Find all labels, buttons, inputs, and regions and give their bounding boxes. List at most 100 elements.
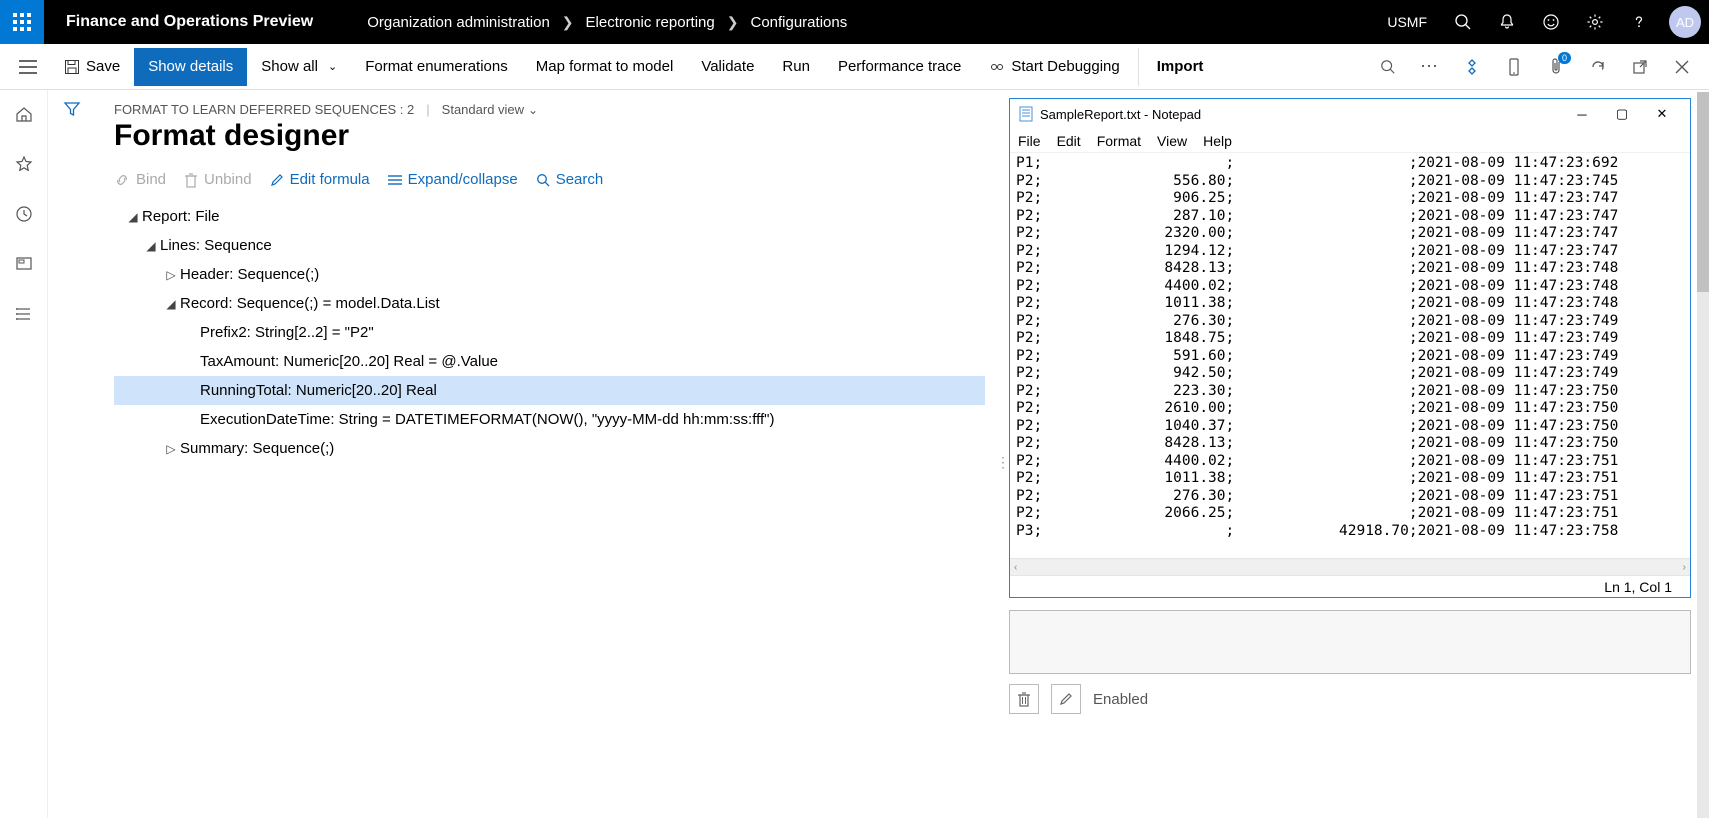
validate-button[interactable]: Validate — [687, 48, 768, 86]
menu-file[interactable]: File — [1018, 133, 1041, 149]
format-enumerations-button[interactable]: Format enumerations — [351, 48, 522, 86]
avatar[interactable]: AD — [1669, 6, 1701, 38]
notepad-content[interactable]: P1; ; ;2021-08-09 11:47:23:692 P2; 556.8… — [1010, 153, 1690, 558]
right-pane: SampleReport.txt - Notepad ─ ▢ ✕ File Ed… — [1009, 90, 1709, 818]
expand-toggle-icon[interactable]: ◢ — [162, 297, 180, 311]
expand-toggle-icon[interactable]: ◢ — [124, 210, 142, 224]
gear-icon[interactable] — [1573, 0, 1617, 44]
show-all-label: Show all — [261, 58, 318, 75]
left-pane: FORMAT TO LEARN DEFERRED SEQUENCES : 2 |… — [96, 90, 1009, 818]
bind-button[interactable]: Bind — [114, 171, 166, 188]
close-icon[interactable]: ✕ — [1642, 106, 1682, 122]
chevron-right-icon: ❯ — [562, 14, 574, 31]
tree-node-prefix[interactable]: Prefix2: String[2..2] = "P2" — [114, 318, 985, 347]
top-right-controls: USMF AD — [1373, 0, 1709, 44]
refresh-icon[interactable] — [1581, 50, 1615, 84]
body: FORMAT TO LEARN DEFERRED SEQUENCES : 2 |… — [0, 90, 1709, 818]
expand-toggle-icon[interactable]: ▷ — [162, 442, 180, 456]
enabled-label: Enabled — [1093, 691, 1148, 708]
map-format-button[interactable]: Map format to model — [522, 48, 688, 86]
chevron-right-icon: ❯ — [727, 14, 739, 31]
smiley-icon[interactable] — [1529, 0, 1573, 44]
tree-node-summary[interactable]: ▷Summary: Sequence(;) — [114, 434, 985, 463]
save-label: Save — [86, 58, 120, 75]
below-notepad: Enabled — [1009, 610, 1691, 714]
edit-icon[interactable] — [1051, 684, 1081, 714]
command-bar-right: ⋯ 0 — [1371, 50, 1709, 84]
breadcrumb-er[interactable]: Electronic reporting — [586, 14, 715, 31]
view-selector[interactable]: Standard view ⌄ — [442, 102, 538, 117]
menu-view[interactable]: View — [1157, 133, 1187, 149]
menu-help[interactable]: Help — [1203, 133, 1232, 149]
import-button[interactable]: Import — [1138, 48, 1218, 86]
minimize-icon[interactable]: ─ — [1562, 107, 1602, 122]
main: FORMAT TO LEARN DEFERRED SEQUENCES : 2 |… — [96, 90, 1709, 818]
tree-node-lines[interactable]: ◢Lines: Sequence — [114, 231, 985, 260]
rail-workspace-icon[interactable] — [8, 248, 40, 280]
status-position: Ln 1, Col 1 — [1604, 579, 1672, 595]
splitter-handle-icon[interactable]: ⋮ — [997, 450, 1009, 474]
search-icon[interactable] — [1441, 0, 1485, 44]
rail-star-icon[interactable] — [8, 148, 40, 180]
tree-node-report[interactable]: ◢Report: File — [114, 202, 985, 231]
formula-textarea[interactable] — [1009, 610, 1691, 674]
menu-format[interactable]: Format — [1097, 133, 1141, 149]
help-icon[interactable] — [1617, 0, 1661, 44]
more-icon[interactable]: ⋯ — [1413, 50, 1447, 84]
left-rail — [0, 90, 48, 818]
rail-clock-icon[interactable] — [8, 198, 40, 230]
notepad-titlebar[interactable]: SampleReport.txt - Notepad ─ ▢ ✕ — [1010, 99, 1690, 129]
tree-toolbar: Bind Unbind Edit formula Expand/collapse… — [114, 171, 985, 188]
page-title: Format designer — [114, 119, 985, 153]
chevron-down-icon: ⌄ — [528, 103, 538, 117]
popout-icon[interactable] — [1623, 50, 1657, 84]
attach-icon[interactable]: 0 — [1539, 50, 1573, 84]
close-icon[interactable] — [1665, 50, 1699, 84]
search-tool-icon[interactable] — [1371, 50, 1405, 84]
command-bar: Save Show details Show all⌄ Format enume… — [0, 44, 1709, 90]
notepad-window: SampleReport.txt - Notepad ─ ▢ ✕ File Ed… — [1009, 98, 1691, 598]
expand-collapse-button[interactable]: Expand/collapse — [388, 171, 518, 188]
delete-icon[interactable] — [1009, 684, 1039, 714]
format-tree: ◢Report: File ◢Lines: Sequence ▷Header: … — [114, 202, 985, 463]
app-title: Finance and Operations Preview — [44, 13, 335, 31]
tree-node-record[interactable]: ◢Record: Sequence(;) = model.Data.List — [114, 289, 985, 318]
page-header-row: FORMAT TO LEARN DEFERRED SEQUENCES : 2 |… — [114, 102, 985, 117]
phone-icon[interactable] — [1497, 50, 1531, 84]
rail-home-icon[interactable] — [8, 98, 40, 130]
start-debugging-button[interactable]: Start Debugging — [975, 48, 1133, 86]
tree-node-runningtotal[interactable]: RunningTotal: Numeric[20..20] Real — [114, 376, 985, 405]
notepad-title: SampleReport.txt - Notepad — [1040, 107, 1562, 122]
filter-icon[interactable] — [63, 100, 81, 818]
maximize-icon[interactable]: ▢ — [1602, 106, 1642, 122]
performance-trace-button[interactable]: Performance trace — [824, 48, 975, 86]
diamond-icon[interactable] — [1455, 50, 1489, 84]
breadcrumb: Organization administration ❯ Electronic… — [367, 14, 847, 31]
horizontal-scrollbar[interactable]: ‹› — [1010, 558, 1690, 575]
company-label[interactable]: USMF — [1373, 14, 1441, 30]
save-button[interactable]: Save — [50, 48, 134, 86]
tree-node-execdatetime[interactable]: ExecutionDateTime: String = DATETIMEFORM… — [114, 405, 985, 434]
tree-node-taxamount[interactable]: TaxAmount: Numeric[20..20] Real = @.Valu… — [114, 347, 985, 376]
show-all-button[interactable]: Show all⌄ — [247, 48, 351, 86]
hamburger-icon[interactable] — [6, 60, 50, 74]
show-details-label: Show details — [148, 58, 233, 75]
show-details-button[interactable]: Show details — [134, 48, 247, 86]
attach-badge: 0 — [1558, 52, 1571, 64]
app-launcher-icon[interactable] — [0, 0, 44, 44]
unbind-button[interactable]: Unbind — [184, 171, 252, 188]
menu-edit[interactable]: Edit — [1057, 133, 1081, 149]
edit-formula-button[interactable]: Edit formula — [270, 171, 370, 188]
breadcrumb-config[interactable]: Configurations — [750, 14, 847, 31]
run-button[interactable]: Run — [768, 48, 824, 86]
bell-icon[interactable] — [1485, 0, 1529, 44]
enabled-row: Enabled — [1009, 684, 1691, 714]
tree-search-button[interactable]: Search — [536, 171, 604, 188]
tree-node-header[interactable]: ▷Header: Sequence(;) — [114, 260, 985, 289]
rail-modules-icon[interactable] — [8, 298, 40, 330]
breadcrumb-org-admin[interactable]: Organization administration — [367, 14, 550, 31]
expand-toggle-icon[interactable]: ◢ — [142, 239, 160, 253]
vertical-scrollbar-thumb[interactable] — [1697, 92, 1709, 292]
top-header: Finance and Operations Preview Organizat… — [0, 0, 1709, 44]
expand-toggle-icon[interactable]: ▷ — [162, 268, 180, 282]
